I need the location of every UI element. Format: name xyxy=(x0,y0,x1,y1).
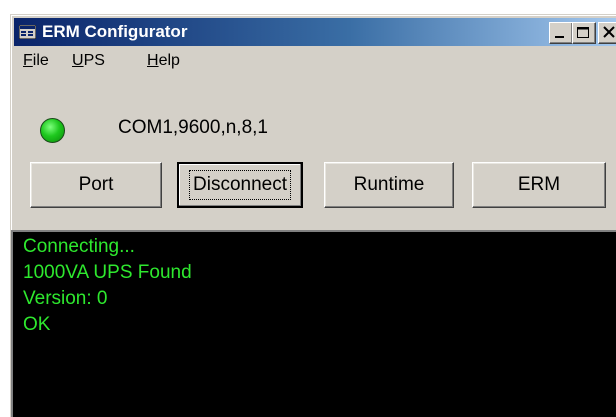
minimize-icon xyxy=(555,36,564,38)
menu-ups-rest: PS xyxy=(83,52,105,69)
window-title: ERM Configurator xyxy=(42,22,188,41)
runtime-button[interactable]: Runtime xyxy=(324,162,454,208)
status-led-icon xyxy=(40,118,65,143)
console-line: OK xyxy=(23,314,51,335)
menu-help-accel: H xyxy=(147,52,159,69)
maximize-button[interactable] xyxy=(572,22,596,44)
port-settings-label: COM1,9600,n,8,1 xyxy=(118,117,268,138)
console-line: Version: 0 xyxy=(23,288,108,309)
app-window: ERM Configurator File UPS Help COM1,9600… xyxy=(10,14,616,417)
erm-button-label: ERM xyxy=(517,174,561,195)
disconnect-button-label: Disconnect xyxy=(189,170,291,200)
console-line: 1000VA UPS Found xyxy=(23,262,192,283)
close-icon xyxy=(603,26,615,38)
runtime-button-label: Runtime xyxy=(353,174,425,195)
menu-ups[interactable]: UPS xyxy=(72,52,105,70)
maximize-icon xyxy=(577,27,589,38)
console-line: Connecting... xyxy=(23,236,135,257)
disconnect-button[interactable]: Disconnect xyxy=(177,162,303,208)
title-bar[interactable]: ERM Configurator xyxy=(14,18,616,46)
menu-bar: File UPS Help xyxy=(14,48,616,74)
minimize-button[interactable] xyxy=(549,22,573,44)
console-output[interactable]: Connecting... 1000VA UPS Found Version: … xyxy=(11,230,616,417)
menu-file-accel: F xyxy=(23,52,33,69)
app-icon xyxy=(19,25,36,39)
menu-help[interactable]: Help xyxy=(147,52,180,70)
menu-file-rest: ile xyxy=(32,52,49,69)
erm-button[interactable]: ERM xyxy=(472,162,606,208)
menu-file[interactable]: File xyxy=(23,52,49,70)
port-button[interactable]: Port xyxy=(30,162,162,208)
close-button[interactable] xyxy=(598,22,616,44)
menu-ups-accel: U xyxy=(72,52,84,69)
port-button-label: Port xyxy=(78,174,114,195)
menu-help-rest: elp xyxy=(158,52,180,69)
